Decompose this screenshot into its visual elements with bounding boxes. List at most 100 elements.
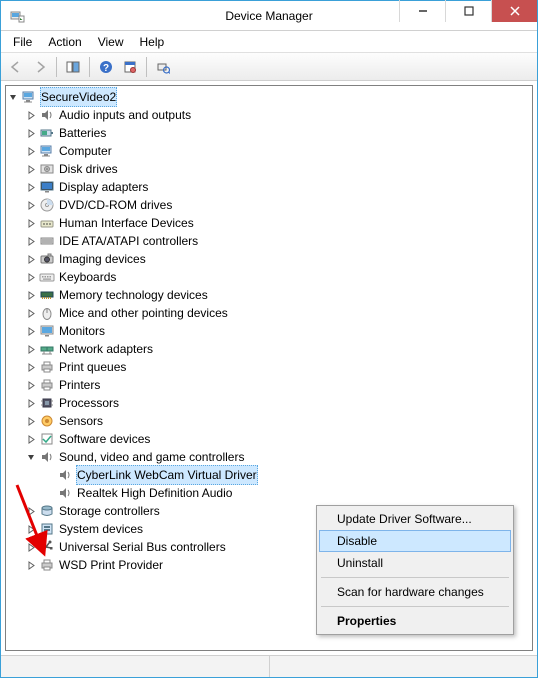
computer-icon (39, 143, 55, 159)
expand-icon[interactable] (26, 146, 37, 157)
close-button[interactable] (491, 0, 537, 22)
forward-button[interactable] (29, 56, 51, 78)
tree-node: Imaging devices (26, 250, 530, 268)
collapse-icon[interactable] (26, 452, 37, 463)
tree-item-label: Storage controllers (58, 502, 161, 520)
camera-icon (39, 251, 55, 267)
tree-row[interactable]: Sound, video and game controllers (26, 448, 530, 466)
expand-icon[interactable] (26, 542, 37, 553)
svg-text:?: ? (103, 63, 109, 74)
back-button[interactable] (5, 56, 27, 78)
expand-icon[interactable] (26, 344, 37, 355)
tree-row[interactable]: Realtek High Definition Audio (44, 484, 530, 502)
expand-icon[interactable] (26, 236, 37, 247)
tree-row[interactable]: Mice and other pointing devices (26, 304, 530, 322)
printer-icon (39, 359, 55, 375)
tree-row[interactable]: CyberLink WebCam Virtual Driver (44, 466, 530, 484)
toolbar-separator (146, 57, 147, 77)
expand-icon[interactable] (26, 416, 37, 427)
expand-icon[interactable] (26, 380, 37, 391)
tree-row[interactable]: Print queues (26, 358, 530, 376)
expand-icon[interactable] (26, 308, 37, 319)
tree-row[interactable]: Monitors (26, 322, 530, 340)
toolbar-separator (56, 57, 57, 77)
context-menu-separator (321, 577, 509, 578)
show-hide-console-button[interactable] (62, 56, 84, 78)
menu-file[interactable]: File (5, 33, 40, 51)
expand-icon[interactable] (26, 254, 37, 265)
expand-icon[interactable] (26, 524, 37, 535)
tree-node: Monitors (26, 322, 530, 340)
expand-icon[interactable] (26, 560, 37, 571)
expand-icon[interactable] (26, 506, 37, 517)
expand-icon[interactable] (26, 128, 37, 139)
tree-children: CyberLink WebCam Virtual DriverRealtek H… (26, 466, 530, 502)
expand-icon[interactable] (26, 434, 37, 445)
tree-row[interactable]: Printers (26, 376, 530, 394)
help-button[interactable]: ? (95, 56, 117, 78)
tree-row[interactable]: Audio inputs and outputs (26, 106, 530, 124)
tree-row[interactable]: SecureVideo2 (8, 88, 530, 106)
expand-icon[interactable] (26, 326, 37, 337)
scan-hardware-button[interactable] (152, 56, 174, 78)
tree-item-label: Mice and other pointing devices (58, 304, 229, 322)
expand-icon[interactable] (26, 362, 37, 373)
expand-icon[interactable] (26, 290, 37, 301)
titlebar: Device Manager (1, 1, 537, 31)
context-menu-item[interactable]: Properties (319, 610, 511, 632)
storage-icon (39, 503, 55, 519)
tree-row[interactable]: Software devices (26, 430, 530, 448)
expand-icon[interactable] (26, 164, 37, 175)
tree-row[interactable]: Sensors (26, 412, 530, 430)
expand-icon[interactable] (26, 182, 37, 193)
context-menu-item[interactable]: Disable (319, 530, 511, 552)
tree-row[interactable]: Processors (26, 394, 530, 412)
tree-row[interactable]: IDE ATA/ATAPI controllers (26, 232, 530, 250)
context-menu-item[interactable]: Update Driver Software... (319, 508, 511, 530)
disc-icon (39, 197, 55, 213)
expand-icon[interactable] (26, 200, 37, 211)
keyboard-icon (39, 269, 55, 285)
printer-icon (39, 557, 55, 573)
context-menu-item[interactable]: Scan for hardware changes (319, 581, 511, 603)
menu-help[interactable]: Help (132, 33, 173, 51)
context-menu-item[interactable]: Uninstall (319, 552, 511, 574)
tree-row[interactable]: Keyboards (26, 268, 530, 286)
speaker-icon (57, 485, 73, 501)
tree-node: Computer (26, 142, 530, 160)
tree-row[interactable]: Network adapters (26, 340, 530, 358)
tree-row[interactable]: Batteries (26, 124, 530, 142)
tree-row[interactable]: Display adapters (26, 178, 530, 196)
maximize-button[interactable] (445, 0, 491, 22)
hid-icon (39, 215, 55, 231)
collapse-icon[interactable] (8, 92, 19, 103)
tree-item-label: CyberLink WebCam Virtual Driver (76, 465, 258, 485)
tree-item-label: System devices (58, 520, 144, 538)
menu-action[interactable]: Action (40, 33, 89, 51)
tree-node: Printers (26, 376, 530, 394)
tree-item-label: WSD Print Provider (58, 556, 164, 574)
properties-button[interactable] (119, 56, 141, 78)
tree-item-label: Sensors (58, 412, 104, 430)
tree-row[interactable]: Imaging devices (26, 250, 530, 268)
tree-node: Disk drives (26, 160, 530, 178)
tree-node: Sensors (26, 412, 530, 430)
tree-item-label: Processors (58, 394, 120, 412)
expand-icon[interactable] (26, 110, 37, 121)
tree-row[interactable]: Disk drives (26, 160, 530, 178)
tree-item-label: DVD/CD-ROM drives (58, 196, 173, 214)
tree-row[interactable]: Memory technology devices (26, 286, 530, 304)
tree-row[interactable]: Human Interface Devices (26, 214, 530, 232)
minimize-button[interactable] (399, 0, 445, 22)
tree-row[interactable]: Computer (26, 142, 530, 160)
display-icon (39, 179, 55, 195)
expand-icon[interactable] (26, 398, 37, 409)
tree-item-label: Batteries (58, 124, 107, 142)
expand-icon[interactable] (26, 272, 37, 283)
tree-node: CyberLink WebCam Virtual Driver (44, 466, 530, 484)
menu-view[interactable]: View (90, 33, 132, 51)
tree-item-label: IDE ATA/ATAPI controllers (58, 232, 199, 250)
expand-icon[interactable] (26, 218, 37, 229)
tree-row[interactable]: DVD/CD-ROM drives (26, 196, 530, 214)
cpu-icon (39, 395, 55, 411)
